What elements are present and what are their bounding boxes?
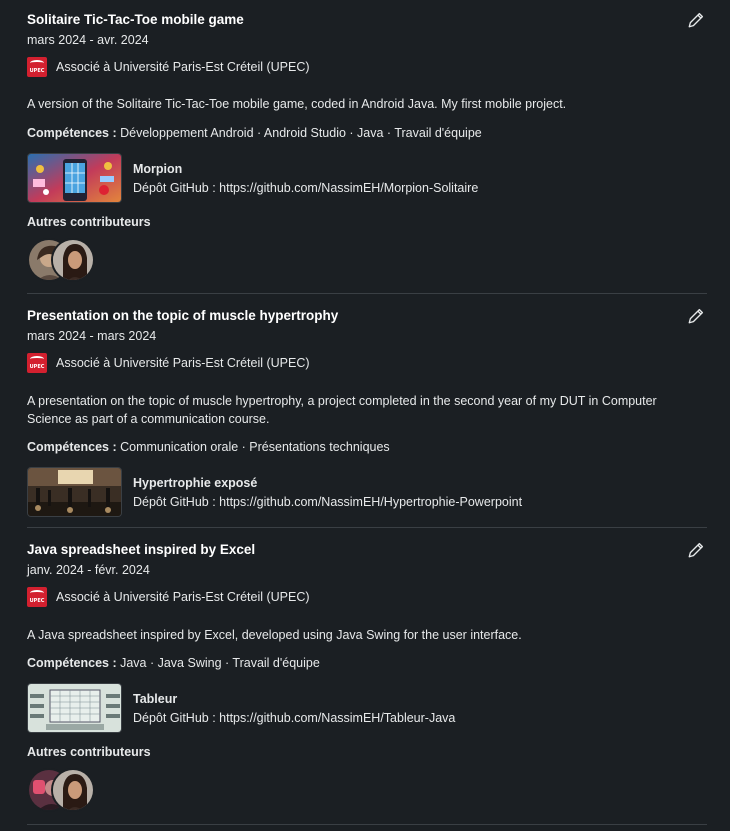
project-title: Solitaire Tic-Tac-Toe mobile game xyxy=(27,12,244,27)
skills-label: Compétences : xyxy=(27,440,117,454)
skills-line: Compétences : Java · Java Swing · Travai… xyxy=(27,656,320,670)
media-title: Tableur xyxy=(133,691,178,706)
divider xyxy=(27,293,707,294)
upec-logo: UPEC xyxy=(27,587,47,607)
upec-logo: UPEC xyxy=(27,353,47,373)
edit-button[interactable] xyxy=(684,8,708,32)
divider xyxy=(27,527,707,528)
media-attachment[interactable]: Morpion Dépôt GitHub : https://github.co… xyxy=(27,153,478,203)
skills-label: Compétences : xyxy=(27,126,117,140)
pencil-icon xyxy=(688,542,704,558)
upec-logo: UPEC xyxy=(27,57,47,77)
project-description: A version of the Solitaire Tic-Tac-Toe m… xyxy=(27,97,567,111)
divider xyxy=(27,824,707,825)
contributors-avatars xyxy=(27,768,95,812)
media-description: Dépôt GitHub : https://github.com/Nassim… xyxy=(133,494,523,509)
avatar[interactable] xyxy=(51,238,95,282)
association-label: Associé à Université Paris-Est Créteil (… xyxy=(56,590,310,604)
media-thumbnail[interactable] xyxy=(27,683,122,733)
skills-list: Développement Android · Android Studio ·… xyxy=(120,126,482,140)
contributors-label: Autres contributeurs xyxy=(27,745,151,759)
skills-line: Compétences : Développement Android · An… xyxy=(27,126,482,140)
association[interactable]: UPEC Associé à Université Paris-Est Crét… xyxy=(27,353,310,373)
contributors-avatars xyxy=(27,238,95,282)
project-description: A Java spreadsheet inspired by Excel, de… xyxy=(27,628,522,642)
media-thumbnail[interactable] xyxy=(27,153,122,203)
avatar[interactable] xyxy=(51,768,95,812)
media-attachment[interactable]: Tableur Dépôt GitHub : https://github.co… xyxy=(27,683,455,733)
project-dates: janv. 2024 - févr. 2024 xyxy=(27,563,150,577)
contributors-label: Autres contributeurs xyxy=(27,215,151,229)
media-description: Dépôt GitHub : https://github.com/Nassim… xyxy=(133,180,479,195)
media-thumbnail[interactable] xyxy=(27,467,122,517)
association-label: Associé à Université Paris-Est Créteil (… xyxy=(56,356,310,370)
skills-list: Communication orale · Présentations tech… xyxy=(120,440,390,454)
association[interactable]: UPEC Associé à Université Paris-Est Crét… xyxy=(27,587,310,607)
project-title: Presentation on the topic of muscle hype… xyxy=(27,308,339,323)
project-description: A presentation on the topic of muscle hy… xyxy=(27,394,657,426)
media-title: Morpion xyxy=(133,161,183,176)
skills-line: Compétences : Communication orale · Prés… xyxy=(27,440,390,454)
association-label: Associé à Université Paris-Est Créteil (… xyxy=(56,60,310,74)
project-title: Java spreadsheet inspired by Excel xyxy=(27,542,256,557)
media-attachment[interactable]: Hypertrophie exposé Dépôt GitHub : https… xyxy=(27,467,522,517)
skills-label: Compétences : xyxy=(27,656,117,670)
edit-button[interactable] xyxy=(684,538,708,562)
pencil-icon xyxy=(688,308,704,324)
project-dates: mars 2024 - mars 2024 xyxy=(27,329,157,343)
media-description: Dépôt GitHub : https://github.com/Nassim… xyxy=(133,710,456,725)
project-dates: mars 2024 - avr. 2024 xyxy=(27,33,149,47)
pencil-icon xyxy=(688,12,704,28)
skills-list: Java · Java Swing · Travail d'équipe xyxy=(120,656,320,670)
edit-button[interactable] xyxy=(684,304,708,328)
media-title: Hypertrophie exposé xyxy=(133,475,258,490)
association[interactable]: UPEC Associé à Université Paris-Est Crét… xyxy=(27,57,310,77)
